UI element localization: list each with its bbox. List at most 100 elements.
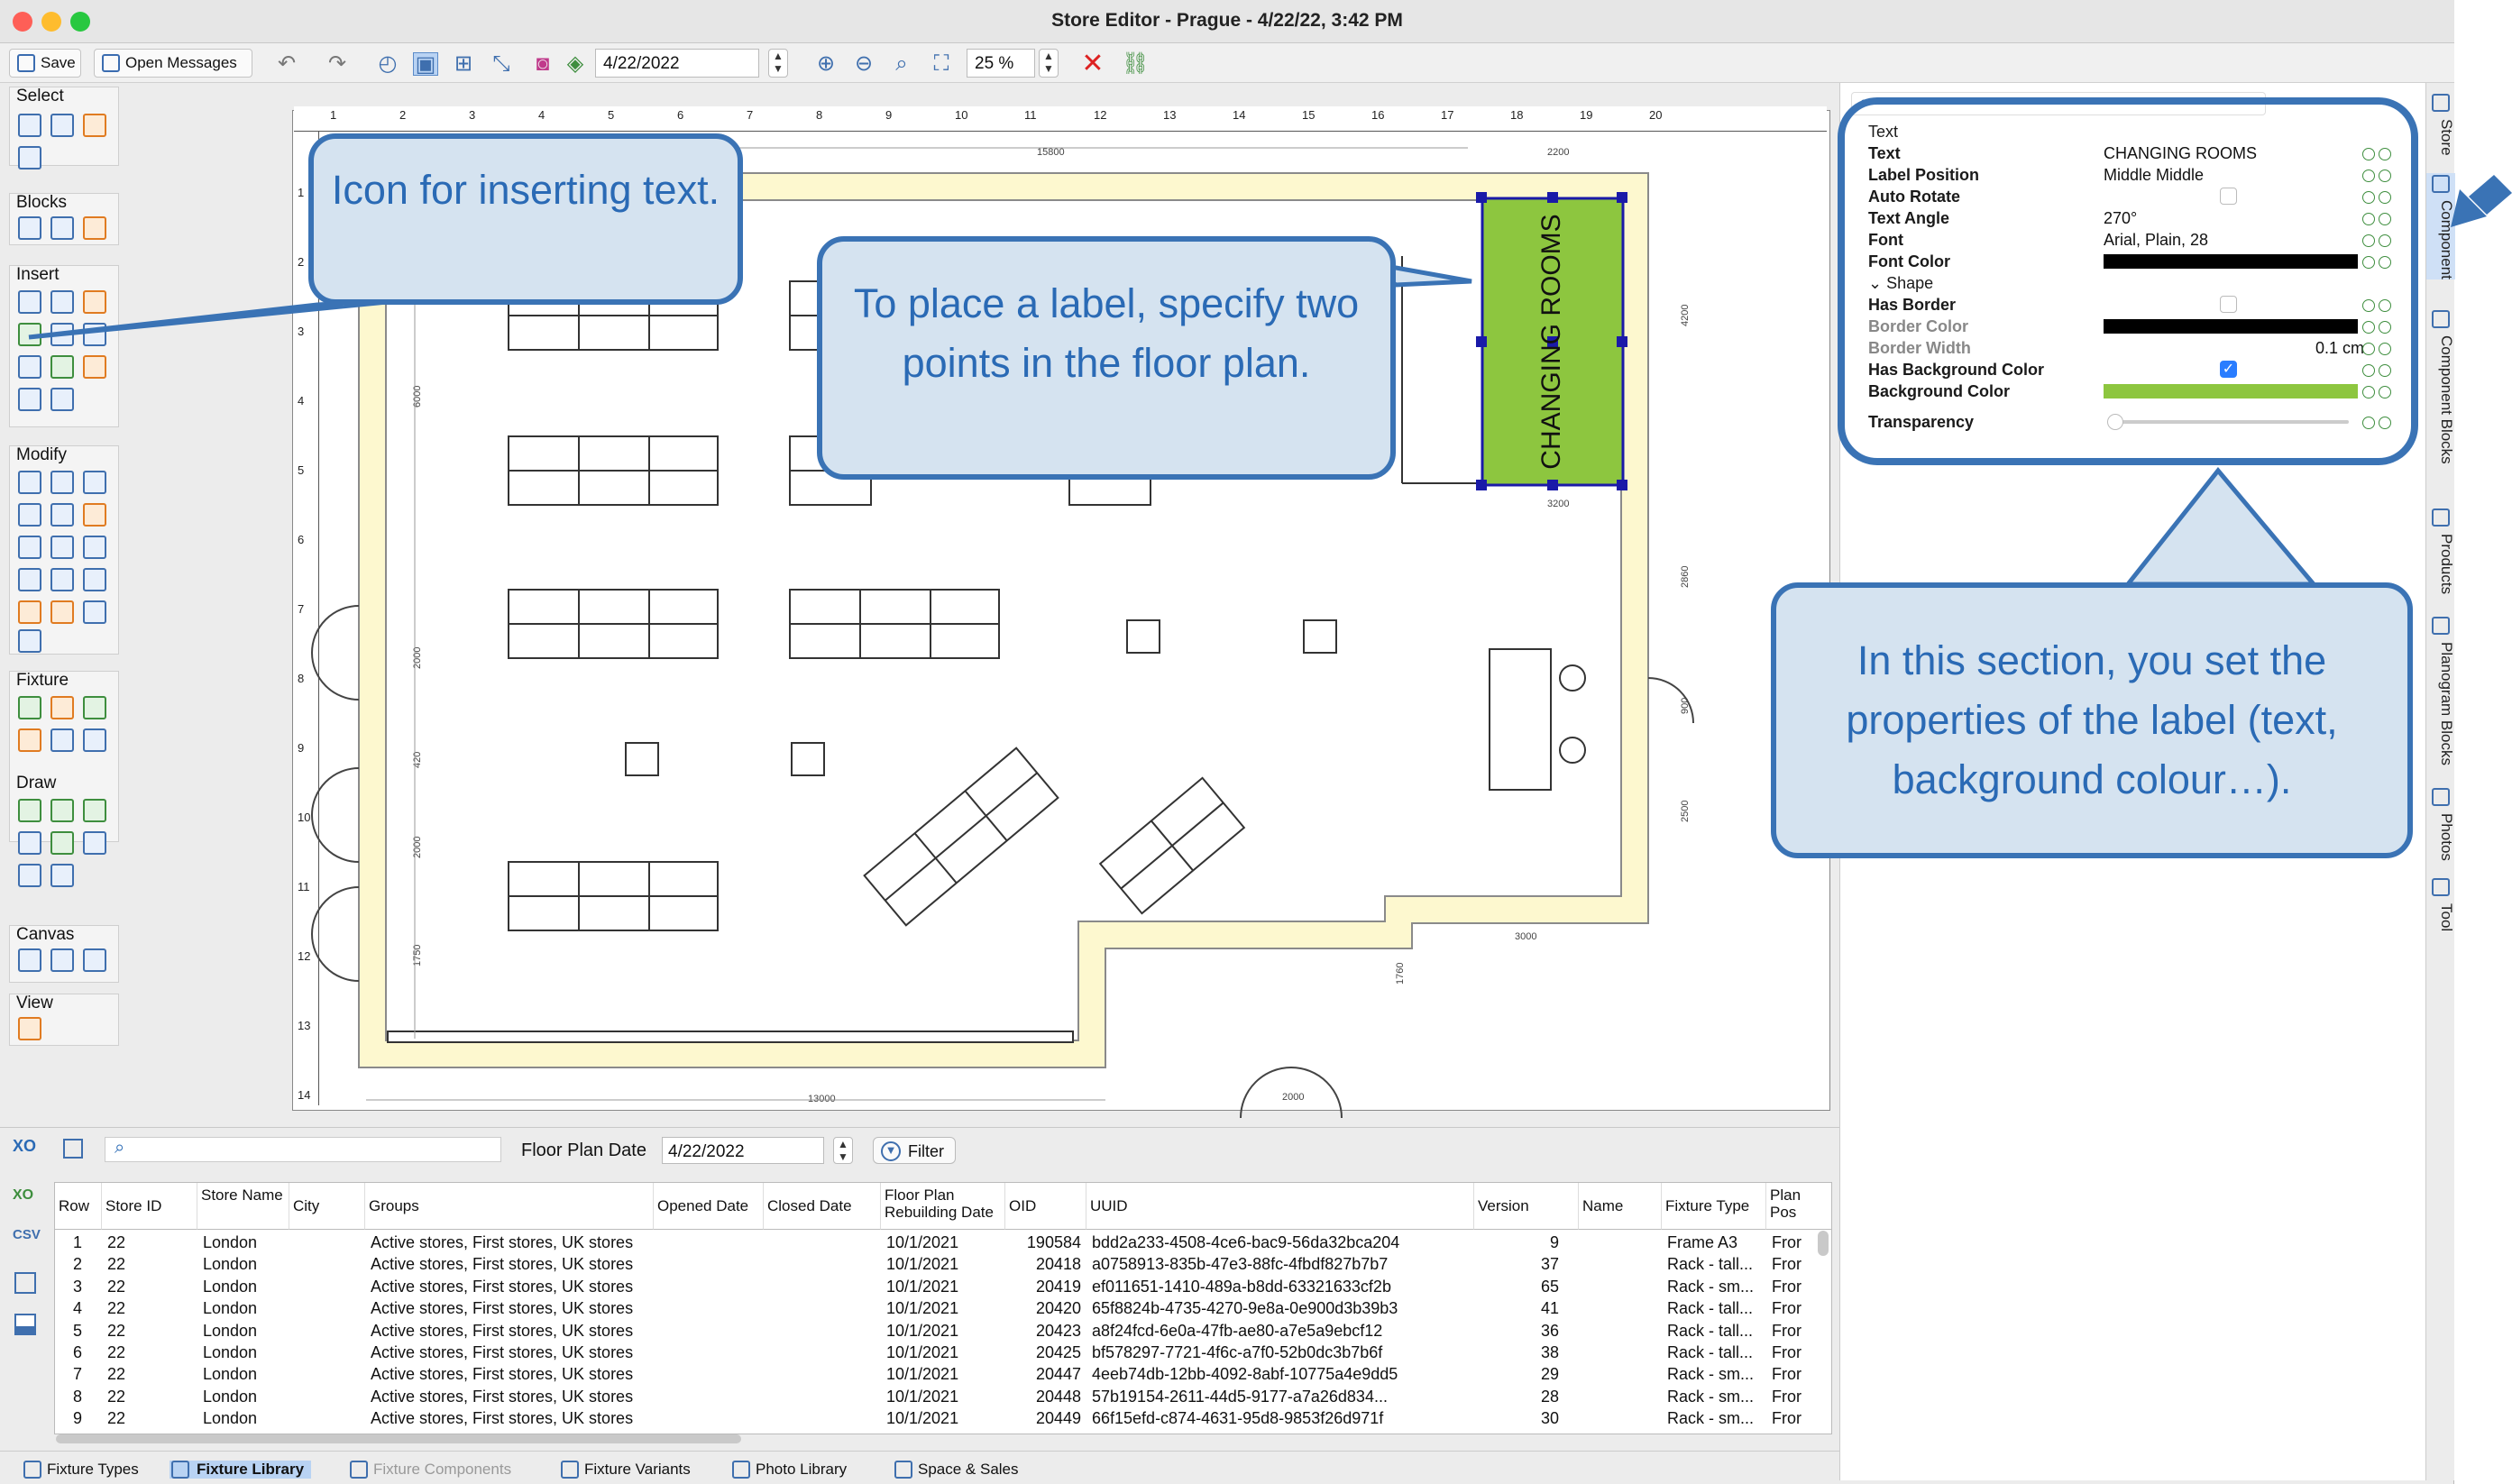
copy-icon[interactable] [50, 471, 74, 494]
sidetab-component[interactable]: Component [2426, 173, 2455, 279]
align-top-icon[interactable] [18, 536, 41, 559]
table-cell[interactable]: 10/1/2021 [886, 1278, 1002, 1299]
insert-pdf-icon[interactable] [83, 355, 106, 379]
property-reset-icons[interactable] [2359, 168, 2393, 182]
table-cell[interactable]: 65 [1474, 1278, 1559, 1299]
group-icon[interactable] [18, 600, 41, 624]
table-cell[interactable]: Rack - sm... [1667, 1409, 1763, 1431]
table-cell[interactable]: Fror [1772, 1343, 1829, 1365]
draw-arc-icon[interactable] [83, 799, 106, 822]
table-cell[interactable] [659, 1388, 760, 1409]
column-header[interactable]: Version [1474, 1183, 1579, 1230]
table-cell[interactable] [659, 1365, 760, 1387]
property-row[interactable]: Auto Rotate [1856, 186, 2397, 207]
reset-icon[interactable] [2362, 386, 2375, 398]
table-cell[interactable]: Active stores, First stores, UK stores [371, 1255, 650, 1277]
table-cell[interactable] [1584, 1365, 1658, 1387]
inherit-icon[interactable] [2379, 234, 2391, 247]
order-icon[interactable] [83, 600, 106, 624]
fixture-chain-icon[interactable] [50, 696, 74, 719]
table-cell[interactable]: 28 [1474, 1388, 1559, 1409]
table-cell[interactable]: London [203, 1388, 286, 1409]
props-section-shape[interactable]: ⌄ Shape [1856, 272, 2397, 294]
table-cell[interactable]: 7 [55, 1365, 82, 1387]
insert-dimension-icon[interactable] [18, 355, 41, 379]
property-row[interactable]: Text Angle 270° [1856, 207, 2397, 229]
export-icon[interactable] [14, 1272, 36, 1294]
table-cell[interactable]: Fror [1772, 1299, 1829, 1321]
table-cell[interactable] [769, 1388, 877, 1409]
stack-icon[interactable] [50, 216, 74, 240]
table-cell[interactable]: 22 [107, 1278, 194, 1299]
table-cell[interactable]: London [203, 1322, 286, 1343]
bottom-tab-photo-library[interactable]: Photo Library [730, 1461, 847, 1479]
table-cell[interactable]: 22 [107, 1322, 194, 1343]
reset-icon[interactable] [2362, 417, 2375, 429]
table-cell[interactable]: 10/1/2021 [886, 1365, 1002, 1387]
property-reset-icons[interactable] [2359, 384, 2393, 398]
property-reset-icons[interactable] [2359, 362, 2393, 377]
lasso-icon[interactable] [18, 146, 41, 169]
table-cell[interactable]: 10/1/2021 [886, 1299, 1002, 1321]
stack-vertical-icon[interactable] [83, 568, 106, 591]
table-cell[interactable] [295, 1388, 362, 1409]
reset-icon[interactable] [2362, 364, 2375, 377]
bottom-tab-fixture-types[interactable]: Fixture Types [22, 1461, 139, 1479]
table-cell[interactable] [1584, 1388, 1658, 1409]
table-cell[interactable]: London [203, 1365, 286, 1387]
slider-knob[interactable] [2107, 414, 2123, 430]
table-cell[interactable]: 20447 [1005, 1365, 1081, 1387]
inherit-icon[interactable] [2379, 386, 2391, 398]
fit-page-icon[interactable]: ⛶ [929, 52, 954, 76]
table-cell[interactable]: bf578297-7721-4f6c-a7f0-52b0dc3b7b6f [1092, 1343, 1471, 1365]
fixture-add-icon[interactable] [83, 728, 106, 752]
table-cell[interactable]: 41 [1474, 1299, 1559, 1321]
property-reset-icons[interactable] [2359, 211, 2393, 225]
column-header[interactable]: Name [1579, 1183, 1662, 1230]
table-cell[interactable] [295, 1322, 362, 1343]
reset-icon[interactable] [2362, 299, 2375, 312]
column-header[interactable]: Store ID [102, 1183, 197, 1230]
table-cell[interactable] [295, 1278, 362, 1299]
inherit-icon[interactable] [2379, 417, 2391, 429]
table-cell[interactable]: Active stores, First stores, UK stores [371, 1322, 650, 1343]
property-row[interactable]: Border Width 0.1 cm [1856, 337, 2397, 359]
table-cell[interactable] [659, 1322, 760, 1343]
column-header[interactable]: Floor Plan Rebuilding Date [881, 1183, 1005, 1230]
zoom-stepper[interactable]: ▲ ▼ [1039, 49, 1059, 78]
inherit-icon[interactable] [2379, 213, 2391, 225]
properties-search[interactable]: ⌕ [1851, 92, 2266, 115]
redo-icon[interactable]: ↷ [325, 52, 350, 76]
table-cell[interactable]: 30 [1474, 1409, 1559, 1431]
draw-rect-icon[interactable] [83, 831, 106, 855]
table-cell[interactable] [769, 1365, 877, 1387]
reset-icon[interactable] [2362, 234, 2375, 247]
sidetab-component-blocks[interactable]: Component Blocks [2426, 308, 2455, 464]
zoom-out-icon[interactable]: ⊖ [851, 52, 876, 76]
xo-icon[interactable]: XO [13, 1137, 36, 1156]
inherit-icon[interactable] [2379, 148, 2391, 160]
property-value[interactable]: CHANGING ROOMS [2104, 144, 2257, 163]
align-right-icon[interactable] [50, 503, 74, 527]
table-cell[interactable] [1584, 1255, 1658, 1277]
table-cell[interactable]: 29 [1474, 1365, 1559, 1387]
table-cell[interactable] [295, 1343, 362, 1365]
table-cell[interactable]: 22 [107, 1299, 194, 1321]
property-reset-icons[interactable] [2359, 254, 2393, 269]
open-messages-button[interactable]: Open Messages [94, 49, 252, 78]
color-swatch[interactable] [2104, 319, 2358, 334]
table-cell[interactable]: 10/1/2021 [886, 1343, 1002, 1365]
delete-icon[interactable]: ✕ [1080, 50, 1105, 78]
send-back-icon[interactable] [18, 629, 41, 653]
property-value[interactable]: 0.1 cm [2315, 339, 2364, 358]
table-cell[interactable]: London [203, 1255, 286, 1277]
table-cell[interactable]: 38 [1474, 1343, 1559, 1365]
date-input[interactable]: 4/22/2022 [595, 49, 759, 78]
property-row[interactable]: Border Color [1856, 316, 2397, 337]
bottom-tab-space-sales[interactable]: Space & Sales [893, 1461, 1019, 1479]
table-cell[interactable]: 20418 [1005, 1255, 1081, 1277]
bottom-tab-fixture-library[interactable]: Fixture Library [170, 1461, 312, 1479]
table-cell[interactable]: London [203, 1278, 286, 1299]
table-cell[interactable] [295, 1233, 362, 1255]
table-cell[interactable]: Active stores, First stores, UK stores [371, 1233, 650, 1255]
